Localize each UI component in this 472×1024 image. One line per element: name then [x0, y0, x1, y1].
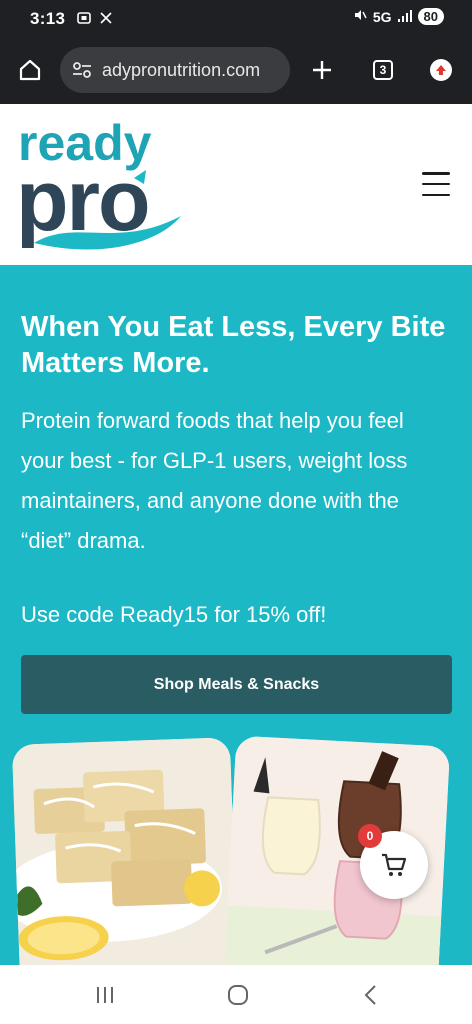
- hero-description: Protein forward foods that help you feel…: [21, 408, 408, 553]
- status-right: 5G 80: [353, 8, 444, 25]
- tune-icon[interactable]: [72, 61, 92, 79]
- menu-icon: [422, 172, 450, 175]
- shop-meals-snacks-button[interactable]: Shop Meals & Snacks: [21, 655, 452, 714]
- home-icon: [19, 59, 41, 81]
- update-icon: [430, 59, 452, 81]
- battery-level: 80: [417, 8, 444, 25]
- hero-headline: When You Eat Less, Every Bite Matters Mo…: [21, 311, 446, 379]
- screenshot-icon: [76, 10, 92, 29]
- menu-button[interactable]: [422, 172, 450, 196]
- recents-button[interactable]: [90, 983, 120, 1007]
- back-icon: [364, 985, 376, 1005]
- home-nav-icon: [228, 985, 248, 1005]
- mute-icon: [353, 8, 367, 25]
- home-nav-button[interactable]: [223, 983, 253, 1007]
- new-tab-button[interactable]: [304, 52, 340, 88]
- status-left-icons: [76, 10, 114, 29]
- site-header: ready pro: [0, 104, 472, 265]
- network-type: 5G: [372, 8, 392, 25]
- tabs-icon: 3: [373, 60, 393, 80]
- cart-count-badge: 0: [358, 824, 382, 848]
- status-time: 3:13: [30, 9, 66, 28]
- accessibility-icon: [98, 10, 114, 29]
- system-nav-bar: [0, 965, 472, 1024]
- cart-icon: [382, 853, 407, 876]
- browser-toolbar: adypronutrition.com 3: [0, 38, 472, 104]
- hero-section: When You Eat Less, Every Bite Matters Mo…: [0, 265, 472, 965]
- status-bar: 3:13 5G 80: [0, 0, 472, 38]
- back-button[interactable]: [356, 983, 386, 1007]
- promo-text: Use code Ready15 for 15% off!: [21, 602, 327, 627]
- plus-icon: [313, 61, 331, 79]
- address-bar[interactable]: adypronutrition.com: [60, 47, 290, 93]
- recents-icon: [97, 987, 113, 1003]
- tab-switcher-button[interactable]: 3: [365, 52, 401, 88]
- url-text: adypronutrition.com: [102, 59, 261, 80]
- readypro-logo[interactable]: ready pro: [16, 118, 186, 253]
- protein-bars-image: [11, 737, 239, 965]
- signal-icon: [397, 9, 412, 25]
- update-button[interactable]: [423, 52, 459, 88]
- home-button[interactable]: [12, 52, 48, 88]
